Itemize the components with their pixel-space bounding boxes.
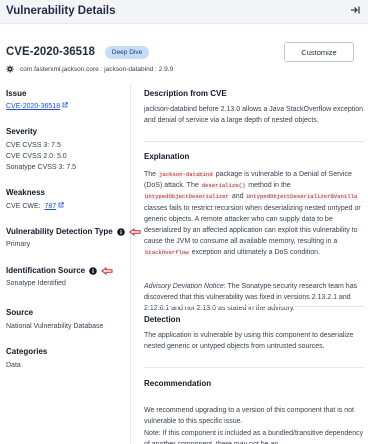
description-text: jackson-databind before 2.13.0 allows a …	[144, 106, 364, 125]
severity-sonatype: Sonatype CVSS 3: 7.5	[6, 164, 77, 171]
code-snippet: UntypedObjectDeserializer	[144, 193, 230, 201]
section-divider	[144, 306, 364, 307]
component-coordinates: com.fasterxml.jackson.core : jackson-dat…	[6, 65, 173, 73]
severity-cvss2: CVE CVSS 2.0: 5.0	[6, 153, 67, 160]
issue-section: Issue CVE-2020-36518	[6, 89, 68, 112]
code-snippet: UntypedObjectDeserializer$Vanilla	[245, 193, 359, 201]
explanation-text: The jackson-databind package is vulnerab…	[144, 171, 361, 257]
panel-header: Vulnerability Details	[0, 0, 368, 24]
explanation-title: Explanation	[144, 152, 190, 161]
severity-cvss3: CVE CVSS 3: 7.5	[6, 142, 61, 149]
cwe-link[interactable]: 787	[45, 203, 57, 210]
deep-dive-badge: Deep Dive	[104, 45, 150, 59]
source-title: Source	[6, 308, 34, 317]
info-icon[interactable]	[89, 266, 97, 275]
collapse-panel-icon[interactable]	[350, 5, 360, 18]
advisory-notice: Advisory Deviation Notice: The Sonatype …	[144, 281, 364, 315]
detection-title: Detection	[144, 315, 181, 324]
component-gear-icon	[6, 65, 14, 73]
issue-title: Issue	[6, 89, 27, 98]
panel-title: Vulnerability Details	[6, 5, 116, 17]
severity-section: Severity CVE CVSS 3: 7.5 CVE CVSS 2.0: 5…	[6, 127, 76, 173]
source-section: Source National Vulnerability Database	[6, 308, 103, 332]
recommendation-title: Recommendation	[144, 379, 212, 388]
cve-id: CVE-2020-36518	[6, 46, 95, 58]
customize-button[interactable]: Customize	[284, 42, 354, 62]
severity-title: Severity	[6, 127, 38, 136]
detection-type-title: Vulnerability Detection Type	[6, 227, 113, 236]
detection-type-value: Primary	[6, 241, 31, 248]
categories-value: Data	[6, 362, 21, 369]
issue-link[interactable]: CVE-2020-36518	[6, 103, 60, 110]
section-divider	[144, 141, 364, 142]
identification-source-section: Identification Source Sonatype Identifie…	[6, 266, 113, 289]
annotation-arrow-icon	[101, 266, 113, 275]
detection-type-section: Vulnerability Detection Type Primary	[6, 227, 141, 250]
external-link-icon	[58, 202, 64, 208]
categories-title: Categories	[6, 347, 48, 356]
code-snippet: jackson-databind	[158, 171, 214, 178]
advisory-label: Advisory Deviation Notice	[144, 283, 224, 290]
weakness-title: Weakness	[6, 188, 45, 197]
identification-source-value: Sonatype Identified	[6, 280, 66, 287]
component-label: com.fasterxml.jackson.core : jackson-dat…	[20, 65, 174, 73]
weakness-section: Weakness CVE CWE: 787	[6, 188, 64, 212]
info-icon[interactable]	[116, 227, 125, 236]
categories-section: Categories Data	[6, 347, 47, 371]
recommendation-note: Note: If this component is included as a…	[144, 430, 364, 444]
column-divider	[130, 84, 131, 444]
annotation-arrow-icon	[128, 227, 141, 236]
detection-text: The application is vulnerable by using t…	[144, 332, 354, 351]
code-snippet: StackOverflow	[144, 249, 190, 257]
section-divider	[144, 367, 364, 368]
description-title: Description from CVE	[144, 89, 227, 98]
cve-heading: CVE-2020-36518 Deep Dive	[6, 44, 150, 60]
external-link-icon	[62, 102, 68, 108]
source-value: National Vulnerability Database	[6, 323, 104, 330]
identification-source-title: Identification Source	[6, 266, 86, 275]
recommendation-text: We recommend upgrading to a version of t…	[144, 407, 354, 426]
code-snippet: deserialize()	[200, 182, 247, 190]
weakness-label: CVE CWE:	[6, 203, 41, 210]
